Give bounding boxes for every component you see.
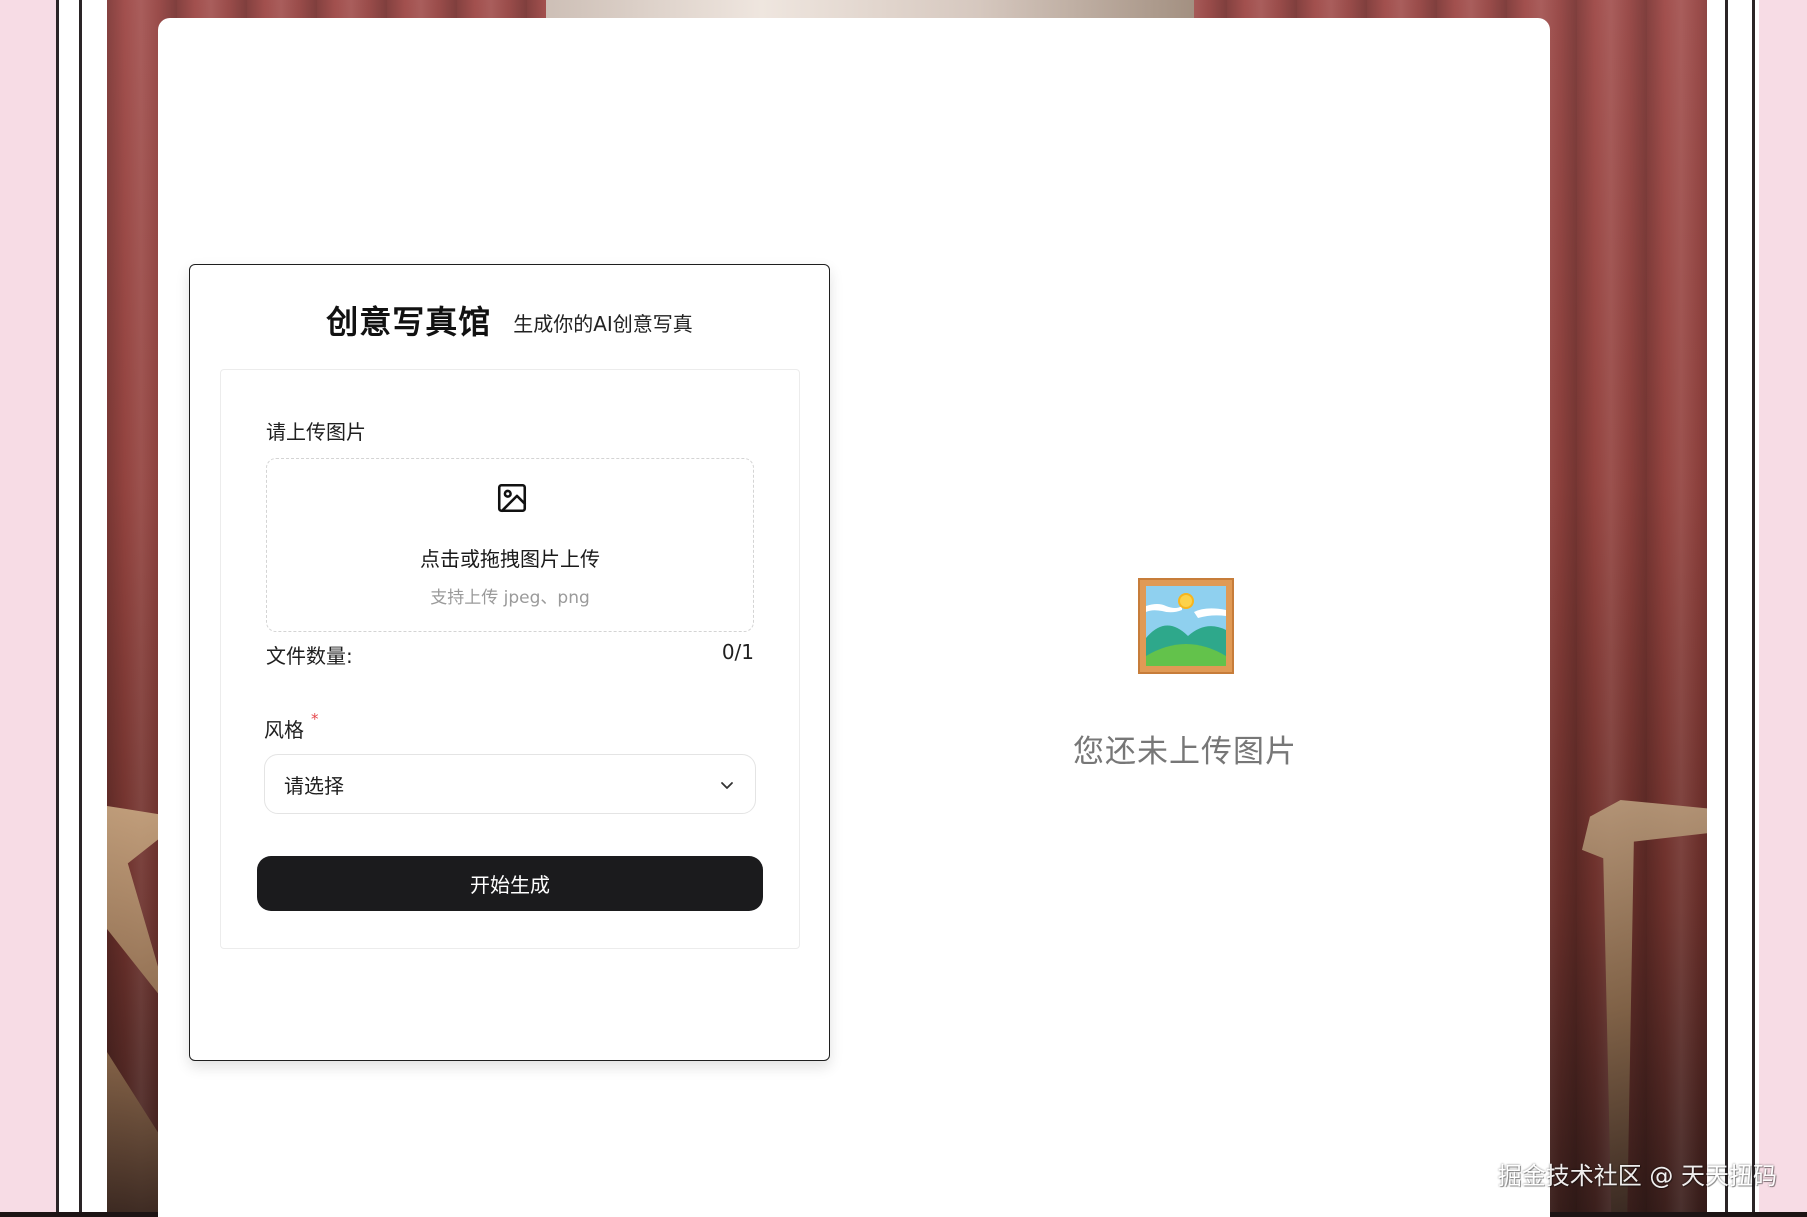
style-label: 风格 <box>264 718 304 742</box>
left-white-strip-2 <box>82 0 107 1217</box>
app-title: 创意写真馆 <box>326 303 492 341</box>
generator-form-panel: 创意写真馆 生成你的AI创意写真 请上传图片 点击或拖拽图片上传 支持上传 jp… <box>189 264 830 1061</box>
right-white-strip <box>1707 0 1759 1217</box>
right-pink-border <box>1759 0 1807 1217</box>
watermark: 掘金技术社区 @ 天天扭码 <box>1497 1162 1777 1190</box>
empty-state-text: 您还未上传图片 <box>1073 734 1297 770</box>
upload-hint: 支持上传 jpeg、png <box>430 588 590 608</box>
framed-picture-icon <box>1138 578 1234 674</box>
left-white-strip <box>59 0 79 1217</box>
file-count-label: 文件数量: <box>266 644 353 668</box>
style-select[interactable]: 请选择 <box>264 754 756 814</box>
upload-prompt: 点击或拖拽图片上传 <box>420 547 600 571</box>
header: 创意写真馆 生成你的AI创意写真 <box>190 295 829 345</box>
empty-state: 您还未上传图片 <box>1040 574 1330 774</box>
generate-button[interactable]: 开始生成 <box>257 856 763 911</box>
file-count-value: 0/1 <box>721 640 754 664</box>
style-select-placeholder: 请选择 <box>284 774 344 798</box>
image-upload-dropzone[interactable]: 点击或拖拽图片上传 支持上传 jpeg、png <box>266 458 754 632</box>
form-card: 请上传图片 点击或拖拽图片上传 支持上传 jpeg、png 文件数量: 0/1 … <box>220 369 800 949</box>
left-pink-border <box>0 0 56 1217</box>
chevron-down-icon <box>721 782 733 789</box>
upload-label: 请上传图片 <box>266 420 366 444</box>
required-marker: * <box>311 710 319 728</box>
app-subtitle: 生成你的AI创意写真 <box>513 311 693 336</box>
background-top-strip <box>546 0 1194 20</box>
image-icon <box>497 483 527 513</box>
